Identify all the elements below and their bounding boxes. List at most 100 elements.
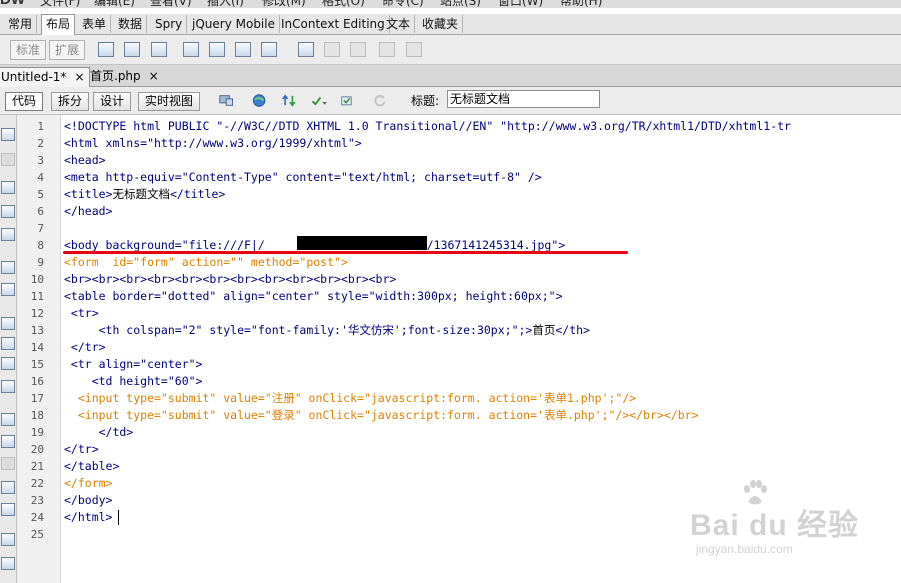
code-line-10: <br><br><br><br><br><br><br><br><br><br>… [64, 272, 397, 286]
tab-spry[interactable]: Spry [151, 15, 188, 33]
preview-browser-icon[interactable] [252, 93, 268, 108]
table-icon[interactable] [298, 42, 314, 57]
doc-tab-label: Untitled-1* [1, 70, 67, 84]
tab-jquery-mobile[interactable]: jQuery Mobile [188, 15, 280, 33]
collapse-full-tag-icon[interactable] [1, 181, 15, 194]
code-token: <body background="file:///F|/ [64, 238, 265, 252]
design-view-button[interactable]: 设计 [93, 92, 132, 111]
multiscreen-icon[interactable] [219, 93, 235, 108]
menu-modify[interactable]: 修改(M) [262, 0, 306, 8]
line-number: 24 [30, 511, 44, 524]
line-number: 23 [30, 494, 44, 507]
line-number: 12 [30, 307, 44, 320]
standard-mode-button[interactable]: 标准 [10, 40, 47, 60]
doc-tab-label: 首页.php [90, 69, 141, 83]
watermark-brand: Bai du 经验 [690, 509, 860, 542]
spry-collapsible-icon[interactable] [261, 42, 277, 57]
recent-snippets-icon[interactable] [1, 481, 15, 494]
expand-all-icon[interactable] [1, 228, 15, 241]
menu-insert[interactable]: 插入(I) [207, 0, 244, 8]
menu-edit[interactable]: 编辑(E) [94, 0, 135, 8]
line-number: 25 [30, 528, 44, 541]
watermark-url: jingyan.baidu.com [696, 542, 793, 556]
line-number: 19 [30, 426, 44, 439]
file-management-icon[interactable] [282, 93, 298, 108]
code-line-5: <title>无标题文档</title> [64, 186, 225, 203]
tab-favorites[interactable]: 收藏夹 [418, 15, 464, 33]
remove-comment-icon[interactable] [1, 435, 15, 448]
tab-data[interactable]: 数据 [114, 15, 148, 33]
split-view-button[interactable]: 拆分 [51, 92, 90, 111]
close-icon[interactable]: × [74, 70, 84, 84]
code-line-15: <tr align="center"> [64, 357, 203, 371]
outdent-code-icon[interactable] [1, 557, 15, 570]
validate-icon[interactable] [311, 93, 327, 108]
line-number: 16 [30, 375, 44, 388]
show-code-navigator-icon [1, 153, 15, 166]
spry-tabbed-icon[interactable] [209, 42, 225, 57]
line-number: 2 [37, 137, 44, 150]
balance-braces-icon[interactable] [1, 283, 15, 296]
spry-menu-icon[interactable] [183, 42, 199, 57]
move-css-icon[interactable] [1, 503, 15, 516]
table-row-above-icon [324, 42, 340, 57]
code-line-22: </form> [64, 476, 113, 490]
code-line-12: <tr> [64, 306, 99, 320]
doc-tab-index-php[interactable]: 首页.php × [86, 67, 163, 86]
fluid-grid-icon[interactable] [151, 42, 167, 57]
line-number: 5 [37, 188, 44, 201]
code-line-6: </head> [64, 204, 113, 218]
table-column-icon [379, 42, 395, 57]
highlight-invalid-icon[interactable] [1, 337, 15, 350]
code-line-16: <td height="60"> [64, 374, 203, 388]
tab-layout[interactable]: 布局 [41, 14, 76, 35]
document-title-field[interactable] [447, 90, 600, 108]
line-number: 17 [30, 392, 44, 405]
code-line-2: <html xmlns="http://www.w3.org/1999/xhtm… [64, 136, 362, 150]
check-browser-icon[interactable] [341, 93, 357, 108]
line-number: 8 [37, 239, 44, 252]
collapse-selection-icon[interactable] [1, 205, 15, 218]
code-line-13: <th colspan="2" style="font-family:'华文仿宋… [64, 322, 590, 339]
menu-help[interactable]: 帮助(H) [560, 0, 602, 8]
code-line-14: </tr> [64, 340, 106, 354]
doc-tab-untitled[interactable]: Untitled-1* × [0, 67, 90, 87]
code-line-9: <form id="form" action="" method="post"> [64, 255, 348, 269]
tab-forms[interactable]: 表单 [78, 15, 112, 33]
code-view-button[interactable]: 代码 [5, 92, 44, 111]
spry-accordion-icon[interactable] [235, 42, 251, 57]
line-numbers-icon[interactable] [1, 317, 15, 330]
indent-code-icon[interactable] [1, 533, 15, 546]
code-line-23: </body> [64, 493, 113, 507]
menu-view[interactable]: 查看(V) [150, 0, 192, 8]
div-tag-icon[interactable] [98, 42, 114, 57]
close-icon[interactable]: × [149, 69, 159, 83]
line-number: 3 [37, 154, 44, 167]
code-line-1: <!DOCTYPE html PUBLIC "-//W3C//DTD XHTML… [64, 119, 791, 133]
menu-file[interactable]: 文件(F) [40, 0, 80, 8]
line-number: 11 [30, 290, 44, 303]
line-number: 10 [30, 273, 44, 286]
menu-site[interactable]: 站点(S) [440, 0, 481, 8]
line-number: 13 [30, 324, 44, 337]
tab-text[interactable]: 文本 [382, 15, 416, 33]
open-documents-icon[interactable] [1, 128, 15, 141]
text-cursor [118, 510, 119, 525]
word-wrap-icon[interactable] [1, 380, 15, 393]
select-parent-tag-icon[interactable] [1, 261, 15, 274]
tab-incontext-editing[interactable]: InContext Editing [277, 15, 390, 33]
live-view-button[interactable]: 实时视图 [138, 92, 201, 111]
syntax-error-icon[interactable] [1, 357, 15, 370]
menu-format[interactable]: 格式(O) [322, 0, 365, 8]
tab-common[interactable]: 常用 [4, 15, 38, 33]
baidu-watermark: Bai du 经验 jingyan.baidu.com [690, 480, 890, 580]
expanded-mode-button[interactable]: 扩展 [49, 40, 86, 60]
apply-comment-icon[interactable] [1, 413, 15, 426]
ap-div-icon[interactable] [124, 42, 140, 57]
menu-window[interactable]: 窗口(W) [498, 0, 543, 8]
insert-toolbar: 标准 扩展 [0, 35, 901, 65]
line-number: 21 [30, 460, 44, 473]
menu-commands[interactable]: 命令(C) [382, 0, 424, 8]
code-line-4: <meta http-equiv="Content-Type" content=… [64, 170, 542, 184]
annotation-underline [63, 251, 628, 254]
